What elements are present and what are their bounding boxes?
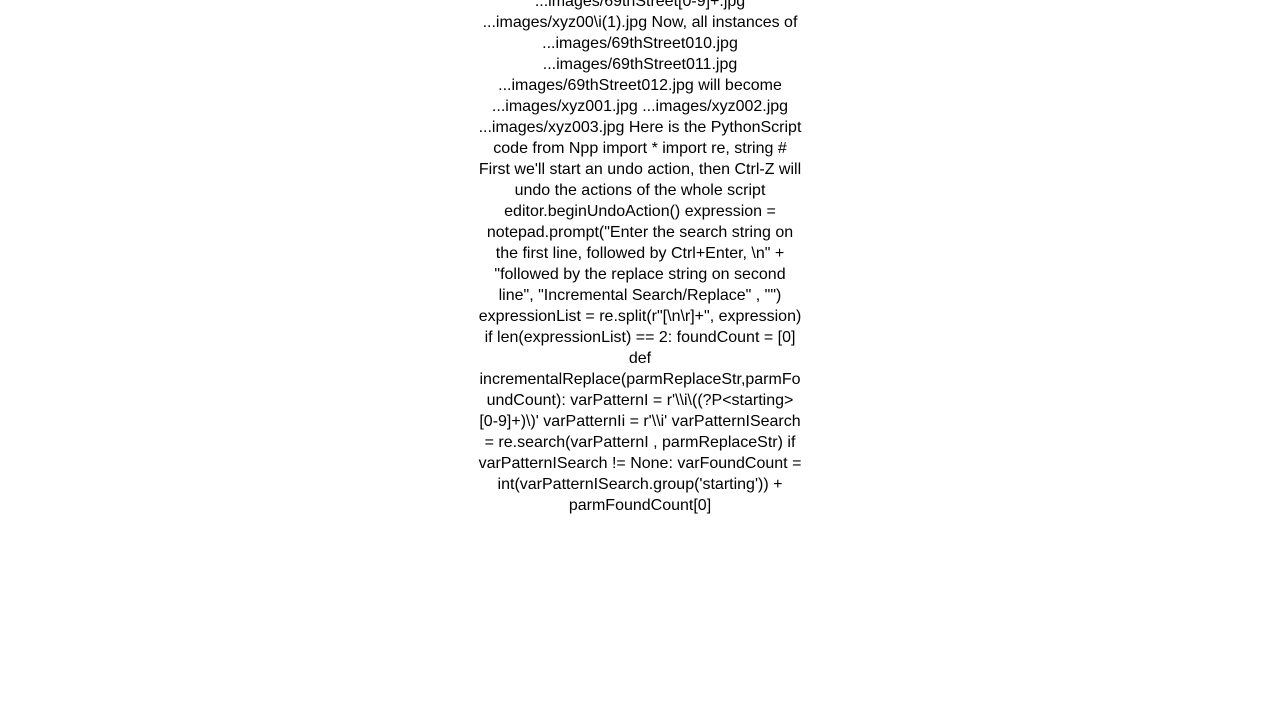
page-viewport: ...images/69thStreet[0-9]+.jpg ...images…	[0, 0, 1280, 720]
body-text: ...images/69thStreet[0-9]+.jpg ...images…	[478, 0, 802, 514]
text-column: ...images/69thStreet[0-9]+.jpg ...images…	[478, 0, 802, 516]
